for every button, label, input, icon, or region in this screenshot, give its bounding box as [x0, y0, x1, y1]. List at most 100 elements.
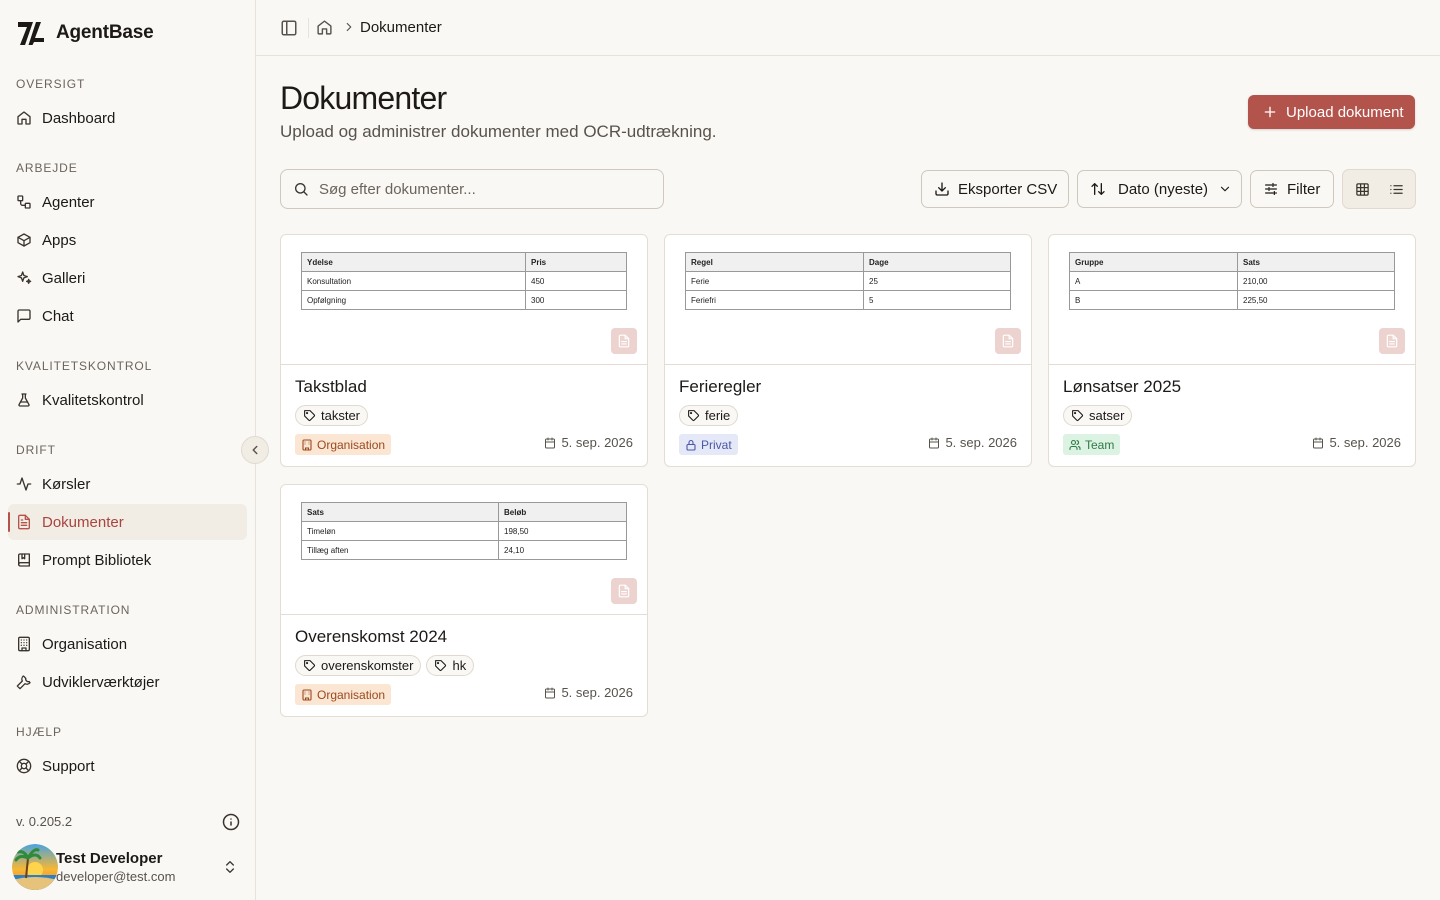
- sidebar-item-dokumenter[interactable]: Dokumenter: [8, 504, 247, 540]
- preview-cell: Regel: [685, 252, 864, 272]
- page-subtitle: Upload og administrer dokumenter med OCR…: [280, 122, 717, 141]
- tag-icon: [304, 410, 315, 421]
- preview-table: Ydelse Pris Konsultation 450 Opfølgning 300: [301, 252, 627, 310]
- chevron-down-icon: [1220, 186, 1230, 192]
- preview-cell: Ferie: [685, 271, 864, 291]
- calendar-icon: [545, 687, 556, 698]
- avatar: [12, 844, 58, 890]
- document-card[interactable]: Gruppe Sats A 210,00 B 225,50 Lønsatser 202…: [1048, 234, 1416, 467]
- document-type-badge: [1379, 328, 1405, 354]
- preview-cell: A: [1069, 271, 1238, 291]
- sidebar-item-korsler[interactable]: Kørsler: [8, 466, 247, 502]
- preview-cell: Opfølgning: [301, 290, 526, 310]
- preview-cell: Konsultation: [301, 271, 526, 291]
- preview-cell: Tillæg aften: [301, 540, 499, 560]
- app-logo[interactable]: AgentBase: [16, 18, 154, 48]
- document-preview: Sats Beløb Timeløn 198,50 Tillæg aften 24,1…: [281, 485, 647, 615]
- sidebar-item-kvalitetskontrol[interactable]: Kvalitetskontrol: [8, 382, 247, 418]
- document-card[interactable]: Ydelse Pris Konsultation 450 Opfølgning 300…: [280, 234, 648, 467]
- sidebar-item-dashboard[interactable]: Dashboard: [8, 100, 247, 136]
- visibility-label: Organisation: [317, 687, 386, 702]
- visibility-label: Privat: [701, 437, 732, 452]
- tag-label: satser: [1089, 408, 1125, 423]
- collapse-sidebar-button[interactable]: [241, 436, 269, 464]
- tag[interactable]: ferie: [679, 405, 739, 426]
- sidebar-item-agenter[interactable]: Agenter: [8, 184, 247, 220]
- document-card[interactable]: Sats Beløb Timeløn 198,50 Tillæg aften 24,1…: [280, 484, 648, 717]
- preview-table: Regel Dage Ferie 25 Feriefri 5: [685, 252, 1011, 310]
- tag-label: takster: [321, 408, 361, 423]
- date-label: 5. sep. 2026: [945, 435, 1017, 450]
- tag-icon: [688, 410, 699, 421]
- preview-cell: 24,10: [498, 540, 627, 560]
- sidebar-item-prompt-bibliotek[interactable]: Prompt Bibliotek: [8, 542, 247, 578]
- sidebar-item-label: Support: [42, 757, 95, 775]
- preview-cell: Timeløn: [301, 521, 499, 541]
- preview-cell: Dage: [863, 252, 1011, 272]
- user-name: Test Developer: [56, 850, 163, 867]
- visibility-badge: Privat: [679, 434, 738, 455]
- preview-cell: 25: [863, 271, 1011, 291]
- document-preview: Gruppe Sats A 210,00 B 225,50: [1049, 235, 1415, 365]
- building-icon: [302, 688, 312, 701]
- sidebar-item-chat[interactable]: Chat: [8, 298, 247, 334]
- preview-cell: Sats: [1237, 252, 1395, 272]
- sliders-icon: [1265, 183, 1277, 195]
- workflow-icon: [17, 195, 31, 209]
- top-bar: Dokumenter: [256, 0, 1440, 56]
- filter-label: Filter: [1287, 180, 1321, 198]
- panel-left-icon[interactable]: [280, 19, 298, 37]
- document-type-badge: [611, 578, 637, 604]
- breadcrumb-home-icon[interactable]: [316, 19, 333, 36]
- section-label-oversigt: OVERSIGT: [16, 77, 86, 91]
- search-box: [280, 169, 664, 209]
- upload-document-button[interactable]: Upload dokument: [1248, 95, 1415, 129]
- arrow-up-down-icon: [1091, 183, 1105, 195]
- document-title: Takstblad: [295, 377, 367, 396]
- divider: [308, 18, 309, 38]
- list-view-button[interactable]: [1380, 173, 1412, 205]
- filter-button[interactable]: Filter: [1250, 170, 1334, 208]
- document-date: 5. sep. 2026: [928, 435, 1017, 450]
- sidebar: AgentBase OVERSIGT Dashboard ARBEJDE Age…: [0, 0, 256, 900]
- document-title: Overenskomst 2024: [295, 627, 448, 646]
- sidebar-item-support[interactable]: Support: [8, 748, 247, 784]
- sidebar-item-label: Organisation: [42, 635, 128, 653]
- sidebar-item-label: Galleri: [42, 269, 86, 287]
- preview-cell: 210,00: [1237, 271, 1395, 291]
- wrench-icon: [16, 675, 31, 690]
- search-input[interactable]: [319, 180, 639, 198]
- visibility-badge: Team: [1063, 434, 1121, 455]
- calendar-icon: [929, 437, 940, 448]
- document-date: 5. sep. 2026: [544, 685, 633, 700]
- file-icon: [1386, 334, 1398, 348]
- section-label-kvalitetskontrol: KVALITETSKONTROL: [16, 359, 153, 373]
- tag[interactable]: satser: [1063, 405, 1133, 426]
- tag-label: overenskomster: [321, 658, 414, 673]
- sort-select[interactable]: Dato (nyeste): [1077, 170, 1242, 208]
- date-label: 5. sep. 2026: [561, 435, 633, 450]
- sidebar-item-label: Udviklerværktøjer: [42, 673, 160, 691]
- tag[interactable]: overenskomster: [295, 655, 422, 676]
- sidebar-item-galleri[interactable]: Galleri: [8, 260, 247, 296]
- upload-document-label: Upload dokument: [1286, 103, 1404, 121]
- sidebar-item-udviklervaerktojer[interactable]: Udviklerværktøjer: [8, 664, 247, 700]
- activity-icon: [16, 477, 32, 491]
- sidebar-item-organisation[interactable]: Organisation: [8, 626, 247, 662]
- export-csv-button[interactable]: Eksporter CSV: [921, 170, 1069, 208]
- document-card[interactable]: Regel Dage Ferie 25 Feriefri 5 Ferieregler …: [664, 234, 1032, 467]
- section-label-hjaelp: HJÆLP: [16, 725, 62, 739]
- tag[interactable]: takster: [295, 405, 369, 426]
- export-csv-label: Eksporter CSV: [958, 180, 1058, 198]
- info-icon[interactable]: [222, 813, 240, 831]
- tag[interactable]: hk: [426, 655, 475, 676]
- document-type-badge: [995, 328, 1021, 354]
- preview-cell: 450: [525, 271, 627, 291]
- section-label-drift: DRIFT: [16, 443, 56, 457]
- sidebar-item-label: Agenter: [42, 193, 95, 211]
- preview-cell: 5: [863, 290, 1011, 310]
- grid-view-button[interactable]: [1346, 173, 1378, 205]
- chevron-right-icon: [346, 22, 352, 32]
- sidebar-item-apps[interactable]: Apps: [8, 222, 247, 258]
- user-menu[interactable]: Test Developer developer@test.com: [12, 842, 248, 892]
